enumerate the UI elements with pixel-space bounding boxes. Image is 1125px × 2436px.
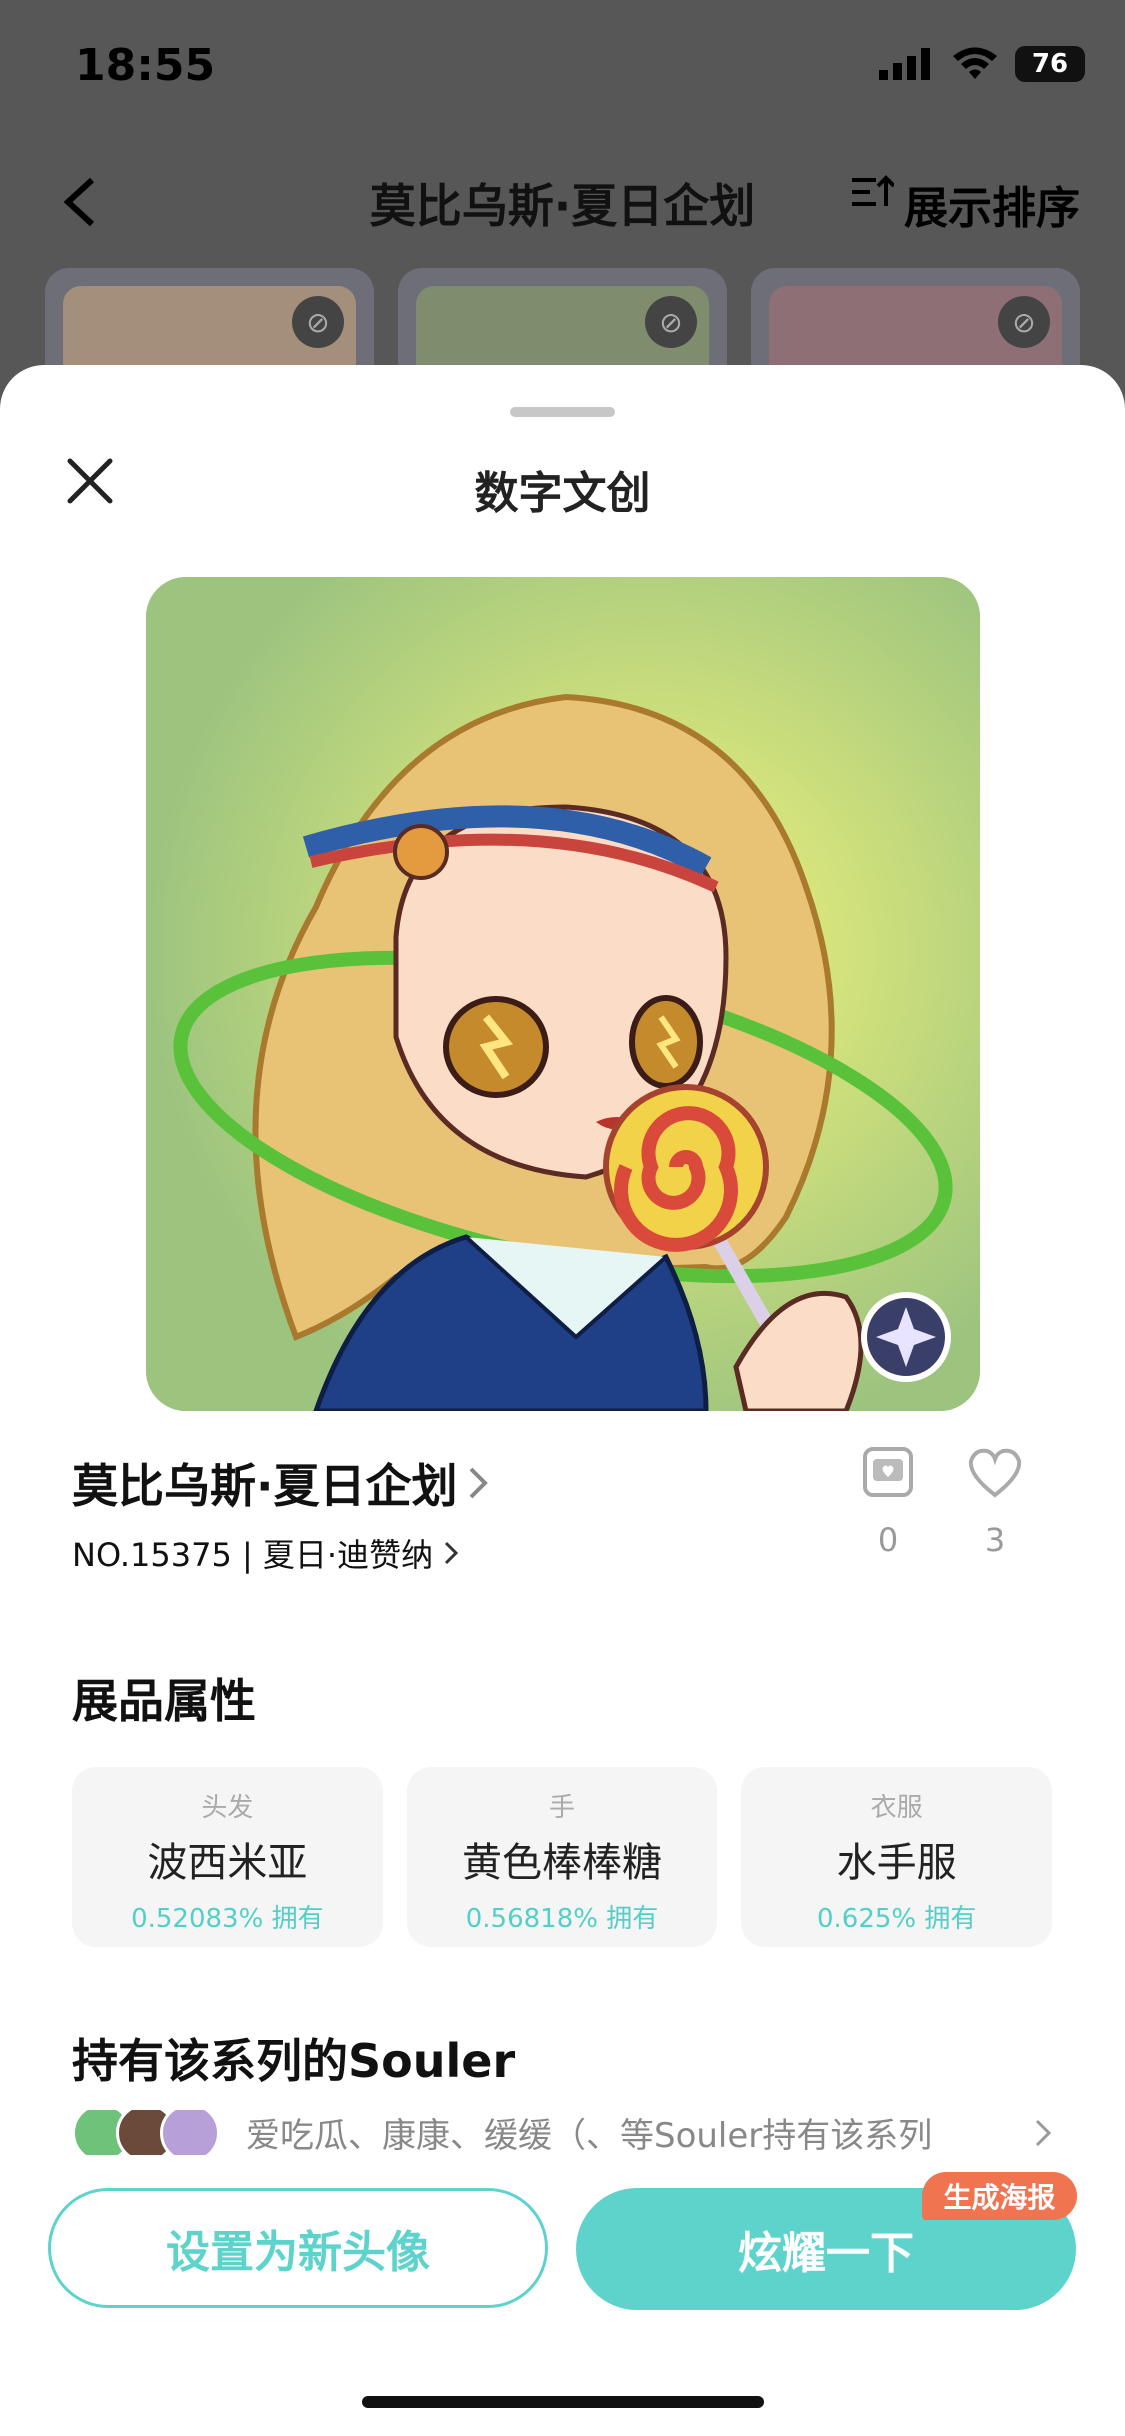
item-title-link[interactable]: 莫比乌斯·夏日企划 — [72, 1450, 489, 1516]
poster-badge[interactable]: 生成海报 — [922, 2172, 1077, 2220]
collect-icon — [863, 1447, 913, 1497]
attribute-name: 波西米亚 — [147, 1840, 308, 1886]
attribute-category: 衣服 — [870, 1793, 923, 1823]
attribute-category: 头发 — [201, 1793, 254, 1823]
item-serial: NO.15375 | 夏日·迪赞纳 — [72, 1536, 434, 1574]
chevron-right-icon — [470, 1467, 489, 1499]
attribute-percent: 0.52083% 拥有 — [131, 1904, 324, 1934]
chevron-right-icon — [1035, 2119, 1052, 2146]
owner-avatars — [72, 2110, 220, 2155]
sheet-grabber[interactable] — [510, 407, 615, 417]
background-collection-grid: ⊘ ⊘ ⊘ — [45, 268, 1080, 388]
status-bar: 18:55 76 — [0, 0, 1125, 130]
owners-row[interactable]: 爱吃瓜、康康、缓缓（、等Souler持有该系列 — [72, 2110, 1052, 2155]
attribute-category: 手 — [549, 1793, 576, 1823]
item-title: 莫比乌斯·夏日企划 — [72, 1459, 458, 1513]
like-stat[interactable]: 3 — [960, 1445, 1030, 1559]
attributes-list: 头发 波西米亚 0.52083% 拥有 手 黄色棒棒糖 0.56818% 拥有 … — [72, 1767, 1053, 1947]
hidden-eye-icon: ⊘ — [292, 296, 344, 348]
hidden-eye-icon: ⊘ — [998, 296, 1050, 348]
chevron-right-icon — [445, 1541, 459, 1565]
attribute-percent: 0.56818% 拥有 — [465, 1904, 659, 1934]
set-avatar-button[interactable]: 设置为新头像 — [48, 2188, 548, 2308]
nft-artwork — [146, 577, 980, 1411]
attribute-card: 手 黄色棒棒糖 0.56818% 拥有 — [406, 1767, 718, 1947]
owners-text: 爱吃瓜、康康、缓缓（、等Souler持有该系列 — [246, 2116, 933, 2155]
attribute-card: 衣服 水手服 0.625% 拥有 — [741, 1767, 1053, 1947]
home-indicator[interactable] — [362, 2396, 764, 2408]
avatar — [160, 2110, 220, 2155]
sort-label: 展示排序 — [904, 183, 1080, 234]
wifi-icon — [953, 47, 997, 79]
sort-icon — [852, 175, 894, 206]
collect-stat[interactable]: 0 — [853, 1445, 923, 1559]
signal-icon — [879, 48, 930, 80]
status-icons: 76 — [879, 46, 1085, 82]
hidden-eye-icon: ⊘ — [645, 296, 697, 348]
like-count: 3 — [984, 1521, 1006, 1559]
heart-icon — [968, 1448, 1022, 1498]
attribute-percent: 0.625% 拥有 — [816, 1904, 977, 1934]
attributes-heading: 展品属性 — [72, 1674, 256, 1728]
owners-heading: 持有该系列的Souler — [72, 2034, 516, 2088]
collect-count: 0 — [877, 1521, 899, 1559]
sheet-title: 数字文创 — [474, 468, 651, 519]
attribute-card: 头发 波西米亚 0.52083% 拥有 — [72, 1767, 383, 1947]
sort-button[interactable]: 展示排序 — [850, 172, 1080, 236]
nav-bar: 莫比乌斯·夏日企划 展示排序 — [0, 150, 1125, 250]
battery-indicator: 76 — [1015, 46, 1085, 82]
item-serial-link[interactable]: NO.15375 | 夏日·迪赞纳 — [72, 1530, 459, 1576]
status-time: 18:55 — [75, 40, 216, 91]
attribute-name: 黄色棒棒糖 — [462, 1840, 662, 1886]
attribute-name: 水手服 — [836, 1840, 957, 1886]
